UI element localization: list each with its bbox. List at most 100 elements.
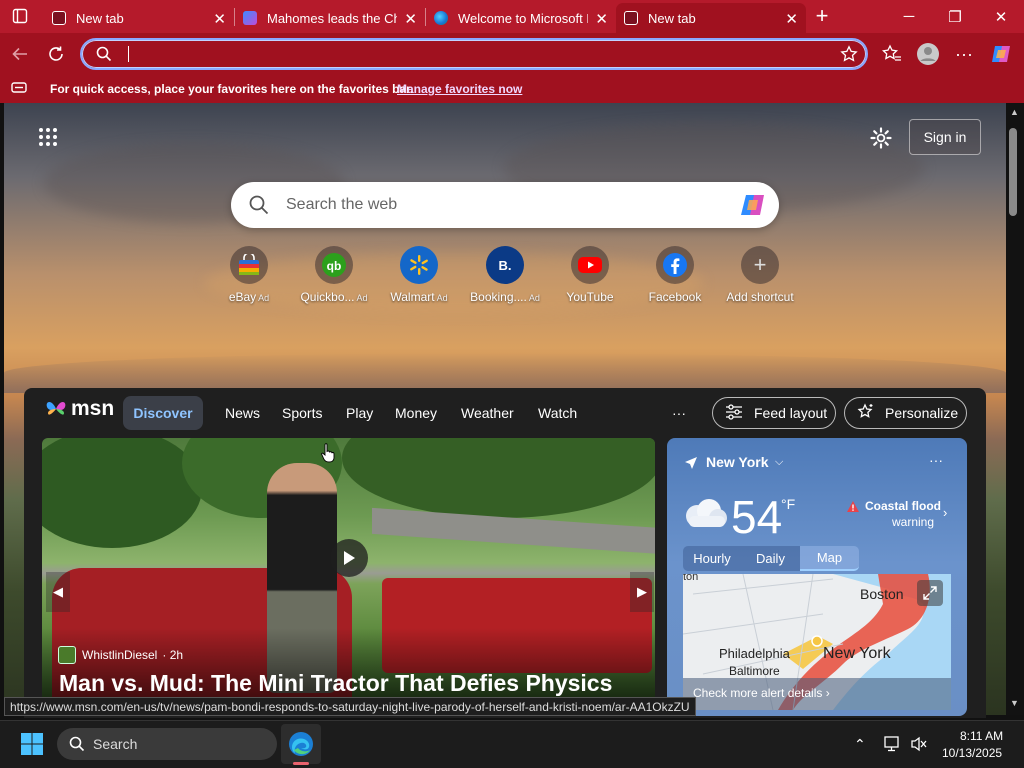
alert-line-2[interactable]: warning xyxy=(892,515,934,529)
shortcut-label: YouTube xyxy=(566,290,614,304)
expand-map-icon[interactable] xyxy=(917,580,943,606)
toolbar: ··· xyxy=(0,33,1024,75)
address-bar[interactable] xyxy=(80,38,868,70)
temperature-unit[interactable]: °F xyxy=(781,496,795,512)
weather-more-icon[interactable]: ··· xyxy=(929,452,943,468)
shortcut-youtube[interactable]: YouTube xyxy=(550,246,630,304)
close-window-button[interactable]: ✕ xyxy=(978,0,1024,33)
network-icon[interactable] xyxy=(884,736,902,757)
tab-mahomes[interactable]: Mahomes leads the Chi ✕ xyxy=(235,3,425,33)
tab-new-tab-active[interactable]: New tab ✕ xyxy=(616,3,806,33)
source-logo-icon xyxy=(58,646,76,664)
copilot-icon[interactable] xyxy=(986,39,1016,69)
nav-sports[interactable]: Sports xyxy=(282,405,322,421)
apps-grid-icon[interactable] xyxy=(38,127,58,152)
clock-date[interactable]: 10/13/2025 xyxy=(942,746,1002,760)
weather-tab-daily[interactable]: Daily xyxy=(741,546,800,571)
favorites-icon[interactable] xyxy=(877,39,907,69)
weather-tab-hourly[interactable]: Hourly xyxy=(683,546,741,571)
web-search-box[interactable]: Search the web xyxy=(231,182,779,228)
tab-new-tab-1[interactable]: New tab ✕ xyxy=(44,3,234,33)
feed-layout-label: Feed layout xyxy=(754,405,828,421)
ad-badge: Ad xyxy=(436,293,448,303)
new-tab-plus-icon[interactable]: + xyxy=(807,1,837,31)
carousel-next-icon[interactable]: ▶ xyxy=(630,572,654,612)
tab-actions-icon[interactable] xyxy=(5,1,35,31)
nav-more-button[interactable]: ··· xyxy=(672,405,686,421)
favorite-star-icon[interactable] xyxy=(840,45,858,68)
taskbar-search-label: Search xyxy=(93,736,138,752)
weather-location[interactable]: New York xyxy=(706,454,769,470)
add-plus-icon: + xyxy=(741,246,779,284)
hero-news-card[interactable]: ◀ ▶ WhistlinDiesel · 2h Man vs. Mud: The… xyxy=(42,438,655,698)
search-icon xyxy=(96,46,112,67)
edge-taskbar-icon[interactable] xyxy=(281,724,321,764)
show-hidden-icons-chevron-icon[interactable]: ⌃ xyxy=(854,736,866,753)
svg-text:qb: qb xyxy=(327,259,342,273)
shortcut-quickbooks[interactable]: qb Quickbo... Ad xyxy=(294,246,374,304)
settings-gear-icon[interactable] xyxy=(870,127,892,154)
nav-discover[interactable]: Discover xyxy=(123,396,203,430)
quickbooks-icon: qb xyxy=(315,246,353,284)
volume-muted-icon[interactable] xyxy=(910,736,928,757)
tab-label: Mahomes leads the Chi xyxy=(267,10,397,26)
shortcut-booking[interactable]: B. Booking.... Ad xyxy=(465,246,545,304)
background-hills xyxy=(4,353,1006,393)
text-caret xyxy=(128,46,129,62)
tree-shape xyxy=(342,438,655,518)
windows-start-icon[interactable] xyxy=(20,732,44,761)
sign-in-button[interactable]: Sign in xyxy=(909,119,981,155)
scroll-down-arrow-icon[interactable]: ▼ xyxy=(1010,698,1019,708)
copilot-icon[interactable] xyxy=(739,192,767,223)
nav-watch[interactable]: Watch xyxy=(538,405,577,421)
weather-map[interactable]: ton Boston Philadelphia Baltimore New Yo… xyxy=(683,574,951,710)
scrollbar-thumb[interactable] xyxy=(1009,128,1017,216)
shortcut-label: Booking.... xyxy=(470,290,527,304)
alert-details-label: Check more alert details xyxy=(693,686,823,700)
manage-favorites-link[interactable]: Manage favorites now xyxy=(397,82,522,96)
shortcut-walmart[interactable]: Walmart Ad xyxy=(379,246,459,304)
weather-tab-map[interactable]: Map xyxy=(800,546,859,571)
alert-details-link[interactable]: Check more alert details › xyxy=(683,678,951,710)
refresh-icon[interactable] xyxy=(41,39,71,69)
shortcut-facebook[interactable]: Facebook xyxy=(635,246,715,304)
new-tab-icon xyxy=(624,11,638,25)
tab-welcome-edge[interactable]: Welcome to Microsoft E ✕ xyxy=(426,3,616,33)
close-tab-icon[interactable]: ✕ xyxy=(595,10,608,28)
msn-logo[interactable]: msn xyxy=(44,397,114,421)
nav-weather[interactable]: Weather xyxy=(461,405,514,421)
shortcut-add[interactable]: + Add shortcut xyxy=(720,246,800,304)
taskbar-search-box[interactable]: Search xyxy=(57,728,277,760)
source-name[interactable]: WhistlinDiesel xyxy=(82,648,157,662)
video-play-icon[interactable] xyxy=(330,539,368,577)
shortcut-ebay[interactable]: eBay Ad xyxy=(209,246,289,304)
hero-headline[interactable]: Man vs. Mud: The Mini Tractor That Defie… xyxy=(59,670,612,697)
walmart-spark-icon xyxy=(400,246,438,284)
close-tab-icon[interactable]: ✕ xyxy=(785,10,798,28)
clock-time[interactable]: 8:11 AM xyxy=(960,729,1003,743)
scroll-up-arrow-icon[interactable]: ▲ xyxy=(1010,107,1019,117)
profile-avatar-icon[interactable] xyxy=(913,39,943,69)
nav-news[interactable]: News xyxy=(225,405,260,421)
nav-money[interactable]: Money xyxy=(395,405,437,421)
sparkle-star-icon xyxy=(857,402,875,424)
more-options-icon[interactable]: ··· xyxy=(949,39,979,69)
back-arrow-icon[interactable] xyxy=(5,39,35,69)
chevron-down-icon[interactable]: ⌵ xyxy=(775,456,783,469)
sliders-icon xyxy=(725,403,743,423)
carousel-prev-icon[interactable]: ◀ xyxy=(46,572,70,612)
minimize-button[interactable]: ─ xyxy=(886,0,932,33)
shortcut-label: Quickbo... xyxy=(300,290,355,304)
shortcut-label: Add shortcut xyxy=(726,290,794,304)
alert-line-1[interactable]: Coastal flood xyxy=(865,499,941,513)
chevron-right-icon[interactable]: › xyxy=(943,505,947,520)
shortcut-label: Facebook xyxy=(648,290,702,304)
close-tab-icon[interactable]: ✕ xyxy=(213,10,226,28)
feed-layout-button[interactable]: Feed layout xyxy=(712,397,836,429)
tree-shape xyxy=(42,438,202,548)
nav-play[interactable]: Play xyxy=(346,405,373,421)
restore-button[interactable]: ❐ xyxy=(932,0,978,33)
article-age: · 2h xyxy=(162,648,184,662)
close-tab-icon[interactable]: ✕ xyxy=(404,10,417,28)
personalize-button[interactable]: Personalize xyxy=(844,397,967,429)
